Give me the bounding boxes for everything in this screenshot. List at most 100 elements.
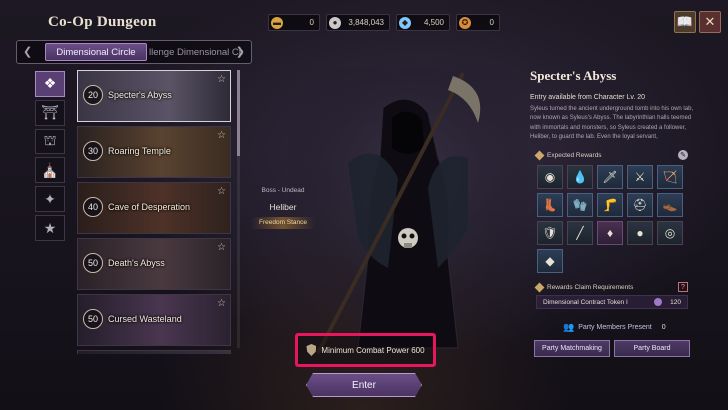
rewards-grid: ◉ 💧 🗡 ⚔ 🏹 👢 🧤 🦵 ⛑ 👞 🛡 ╱ ♦ ● ◎ ◆ [537, 165, 687, 273]
combat-power-requirement: Minimum Combat Power 600 [295, 333, 436, 367]
dungeon-art [78, 351, 230, 354]
reward-item[interactable]: ◉ [537, 165, 563, 189]
sidebar-item-favorites[interactable]: ★ [35, 215, 65, 241]
sidebar-item-gate-double[interactable]: ⛪ [35, 157, 65, 184]
dungeon-card-roaring-temple[interactable]: 30 Roaring Temple ☆ [77, 126, 231, 178]
armor-icon: 🛡 [542, 226, 558, 240]
shield-icon [306, 344, 317, 356]
reward-item[interactable]: 🛡 [537, 221, 563, 245]
dungeon-name: Cursed Wasteland [108, 314, 182, 324]
reward-item[interactable]: 🏹 [657, 165, 683, 189]
dungeon-card-cursed-wasteland[interactable]: 50 Cursed Wasteland ☆ [77, 294, 231, 346]
dungeon-detail-panel: Specter's Abyss Entry available from Cha… [530, 68, 700, 143]
reward-item[interactable]: ⚔ [627, 165, 653, 189]
stone-icon: ● [636, 226, 644, 240]
dungeon-list: 20 Specter's Abyss ☆ 30 Roaring Temple ☆… [77, 70, 235, 354]
party-board-button[interactable]: Party Board [614, 340, 690, 357]
reward-item[interactable]: ♦ [597, 221, 623, 245]
dungeon-list-scrollbar[interactable] [237, 70, 240, 348]
token-count: 120 [670, 298, 681, 306]
level-badge: 30 [83, 141, 103, 161]
party-members-count: 0 [661, 324, 666, 331]
boss-name: Heliber [269, 202, 297, 212]
dungeon-card-deaths-abyss[interactable]: 50 Death's Abyss ☆ [77, 238, 231, 290]
diamond-bullet-icon [534, 150, 545, 160]
reward-item[interactable]: ◆ [537, 249, 563, 273]
reward-item[interactable]: ● [627, 221, 653, 245]
gate-double-icon: ⛪ [41, 161, 59, 178]
reward-item[interactable]: 🦵 [597, 193, 623, 217]
favorite-star-icon[interactable]: ☆ [217, 74, 226, 85]
people-icon: 👥 [563, 322, 575, 332]
help-icon[interactable]: ? [678, 282, 688, 292]
gate-icon: ⛩ [41, 104, 59, 121]
greaves-icon: 🦵 [602, 198, 618, 212]
enter-button[interactable]: Enter [306, 373, 422, 397]
dungeon-name: Specter's Abyss [108, 90, 172, 100]
water-drop-icon: 💧 [572, 170, 588, 184]
combat-power-label: Minimum Combat Power 600 [321, 345, 425, 355]
sidebar-item-all[interactable]: ❖ [35, 71, 65, 97]
bow-icon: 🏹 [662, 170, 678, 184]
boss-type: Boss - Undead [261, 187, 305, 194]
reward-item[interactable]: 💧 [567, 165, 593, 189]
ring-icon: ◎ [664, 226, 676, 240]
tab-challenge-dimensional-circle[interactable]: llenge Dimensional Circle [143, 43, 243, 61]
scrollbar-thumb[interactable] [237, 70, 240, 156]
reward-item[interactable]: 🧤 [567, 193, 593, 217]
close-icon: ✕ [704, 14, 716, 29]
category-sidebar: ❖ ⛩ ⛫ ⛪ ✦ ★ [35, 71, 67, 241]
sidebar-item-gate[interactable]: ⛩ [35, 99, 65, 126]
book-button[interactable]: 📖 [674, 11, 696, 33]
currency-medal: ✪ 0 [456, 14, 500, 31]
reward-item[interactable]: 🗡 [597, 165, 623, 189]
reward-item[interactable]: ⛑ [627, 193, 653, 217]
gloves-icon: 🧤 [572, 198, 588, 212]
chevron-left-icon[interactable]: ❮ [23, 45, 32, 58]
boss-illustration [288, 68, 528, 358]
helmet-icon: ⛑ [632, 198, 648, 212]
party-matchmaking-button[interactable]: Party Matchmaking [534, 340, 610, 357]
sword-icon: ⚔ [634, 170, 646, 184]
token-requirement-row: Dimensional Contract Token I 120 [536, 295, 688, 309]
party-members-row: 👥 Party Members Present 0 [563, 322, 683, 333]
favorite-star-icon[interactable]: ☆ [217, 298, 226, 309]
leather-boots-icon: 👞 [662, 198, 678, 212]
favorite-star-icon: ★ [43, 219, 57, 236]
claim-requirements-header: Rewards Claim Requirements ? [534, 282, 688, 292]
dagger-icon: 🗡 [602, 170, 618, 184]
crystal-icon: ◆ [545, 254, 555, 268]
dungeon-name: Cave of Desperation [108, 202, 191, 212]
currency-silver: ● 3,848,043 [326, 14, 390, 31]
reward-item[interactable]: 👢 [537, 193, 563, 217]
currency-gold: ▬ 0 [268, 14, 320, 31]
reward-item[interactable]: ╱ [567, 221, 593, 245]
favorite-star-icon[interactable]: ☆ [217, 186, 226, 197]
staff-icon: ╱ [576, 226, 584, 240]
reward-item[interactable]: ◎ [657, 221, 683, 245]
sidebar-item-gate-plus[interactable]: ⛫ [35, 128, 65, 155]
dungeon-name: Death's Abyss [108, 258, 165, 268]
level-badge: 50 [83, 309, 103, 329]
sidebar-item-sparkle[interactable]: ✦ [35, 186, 65, 213]
sparkle-icon: ✦ [44, 190, 56, 207]
dungeon-card-specters-abyss[interactable]: 20 Specter's Abyss ☆ [77, 70, 231, 122]
page-title: Co-Op Dungeon [48, 14, 157, 30]
tab-dimensional-circle[interactable]: Dimensional Circle [45, 43, 147, 61]
gem-icon: ♦ [606, 226, 614, 240]
book-icon: 📖 [676, 14, 694, 29]
dungeon-title: Specter's Abyss [530, 68, 617, 83]
currency-diamond: ◆ 4,500 [396, 14, 450, 31]
info-icon[interactable]: ✎ [678, 150, 688, 160]
boots-icon: 👢 [542, 198, 558, 212]
favorite-star-icon[interactable]: ☆ [217, 242, 226, 253]
close-button[interactable]: ✕ [699, 11, 721, 33]
level-badge: 40 [83, 197, 103, 217]
chevron-right-icon[interactable]: ❯ [236, 45, 245, 58]
orb-icon: ◉ [544, 170, 556, 184]
reward-item[interactable]: 👞 [657, 193, 683, 217]
dungeon-card-partial[interactable] [77, 350, 231, 354]
favorite-star-icon[interactable]: ☆ [217, 130, 226, 141]
dungeon-description: Syleus turned the ancient underground to… [530, 106, 694, 140]
dungeon-card-cave-of-desperation[interactable]: 40 Cave of Desperation ☆ [77, 182, 231, 234]
